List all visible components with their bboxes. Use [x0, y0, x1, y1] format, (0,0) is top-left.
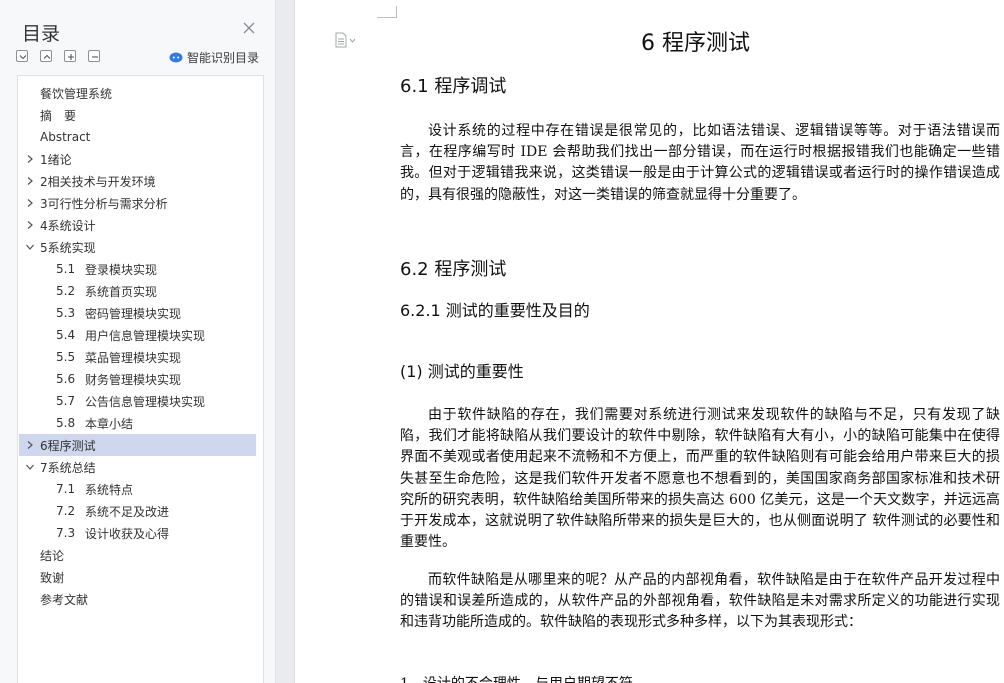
collapse-all-icon[interactable]	[16, 50, 28, 62]
toc-item[interactable]: 参考文献	[19, 588, 256, 610]
toc-subitem[interactable]: 7.2 系统不足及改进	[19, 500, 256, 522]
chevron-right-icon[interactable]	[25, 220, 35, 230]
toc-item-active[interactable]: 6程序测试	[19, 434, 256, 456]
close-icon[interactable]	[242, 21, 256, 35]
toc-subitem[interactable]: 5.4 用户信息管理模块实现	[19, 324, 256, 346]
toc-subitem[interactable]: 5.5 菜品管理模块实现	[19, 346, 256, 368]
paragraph: 设计系统的过程中存在错误是很常见的，比如语法错误、逻辑错误等等。对于语法错误而言…	[400, 123, 1000, 203]
subsection-heading: 6.2.1 测试的重要性及目的	[400, 301, 590, 320]
toc-subitem[interactable]: 7.3 设计收获及心得	[19, 522, 256, 544]
toc-item[interactable]: 2相关技术与开发环境	[19, 170, 256, 192]
subsubsection-heading: (1) 测试的重要性	[400, 362, 524, 381]
remove-level-icon[interactable]	[88, 50, 100, 62]
chevron-right-icon[interactable]	[25, 176, 35, 186]
smart-toc-icon	[169, 52, 183, 63]
section-heading: 6.2 程序测试	[400, 259, 507, 280]
toc-item[interactable]: 致谢	[19, 566, 256, 588]
page-corner-mark	[377, 6, 397, 18]
list-item: 1．设计的不合理性，与用户期望不符	[400, 673, 633, 683]
toc-panel: 目录 智能识别目录 餐饮管理系统 摘 要 Abstract 1绪论 2相关技术与…	[0, 0, 276, 683]
smart-toc-label: 智能识别目录	[187, 50, 260, 65]
paragraph: 由于软件缺陷的存在，我们需要对系统进行测试来发现软件的缺陷与不足，只有发现了缺陷…	[400, 407, 1000, 551]
chevron-down-icon[interactable]	[25, 462, 35, 472]
toc-item[interactable]: 结论	[19, 544, 256, 566]
toc-subitem[interactable]: 5.6 财务管理模块实现	[19, 368, 256, 390]
document-area[interactable]: 6 程序测试 6.1 程序调试 设计系统的过程中存在错误是很常见的，比如语法错误…	[277, 0, 1004, 683]
toc-item[interactable]: 4系统设计	[19, 214, 256, 236]
add-level-icon[interactable]	[64, 50, 76, 62]
toc-subitem[interactable]: 7.1 系统特点	[19, 478, 256, 500]
toc-title: 目录	[22, 23, 61, 45]
toc-subitem[interactable]: 5.2 系统首页实现	[19, 280, 256, 302]
toc-subitem[interactable]: 5.1 登录模块实现	[19, 258, 256, 280]
toc-subitem[interactable]: 5.3 密码管理模块实现	[19, 302, 256, 324]
chevron-down-icon[interactable]	[25, 242, 35, 252]
toc-item[interactable]: 3可行性分析与需求分析	[19, 192, 256, 214]
toc-item[interactable]: 5系统实现	[19, 236, 256, 258]
app-window: 目录 智能识别目录 餐饮管理系统 摘 要 Abstract 1绪论 2相关技术与…	[0, 0, 1004, 683]
toc-item[interactable]: 1绪论	[19, 148, 256, 170]
toc-subitem[interactable]: 5.7 公告信息管理模块实现	[19, 390, 256, 412]
document-icon[interactable]	[335, 32, 357, 48]
toc-list: 餐饮管理系统 摘 要 Abstract 1绪论 2相关技术与开发环境 3可行性分…	[17, 75, 264, 683]
chapter-title: 6 程序测试	[641, 31, 750, 56]
paragraph: 而软件缺陷是从哪里来的呢？从产品的内部视角看，软件缺陷是由于在软件产品开发过程中…	[400, 572, 1000, 631]
chevron-right-icon[interactable]	[25, 154, 35, 164]
toc-item[interactable]: 7系统总结	[19, 456, 256, 478]
chevron-right-icon[interactable]	[25, 440, 35, 450]
section-heading: 6.1 程序调试	[400, 76, 507, 97]
expand-all-icon[interactable]	[40, 50, 52, 62]
toc-item[interactable]: 餐饮管理系统	[19, 82, 256, 104]
toc-subitem[interactable]: 5.8 本章小结	[19, 412, 256, 434]
document-page[interactable]: 6 程序测试 6.1 程序调试 设计系统的过程中存在错误是很常见的，比如语法错误…	[295, 0, 1004, 683]
toc-item[interactable]: 摘 要	[19, 104, 256, 126]
smart-toc-button[interactable]: 智能识别目录	[169, 49, 259, 65]
chevron-right-icon[interactable]	[25, 198, 35, 208]
toc-item[interactable]: Abstract	[19, 126, 256, 148]
